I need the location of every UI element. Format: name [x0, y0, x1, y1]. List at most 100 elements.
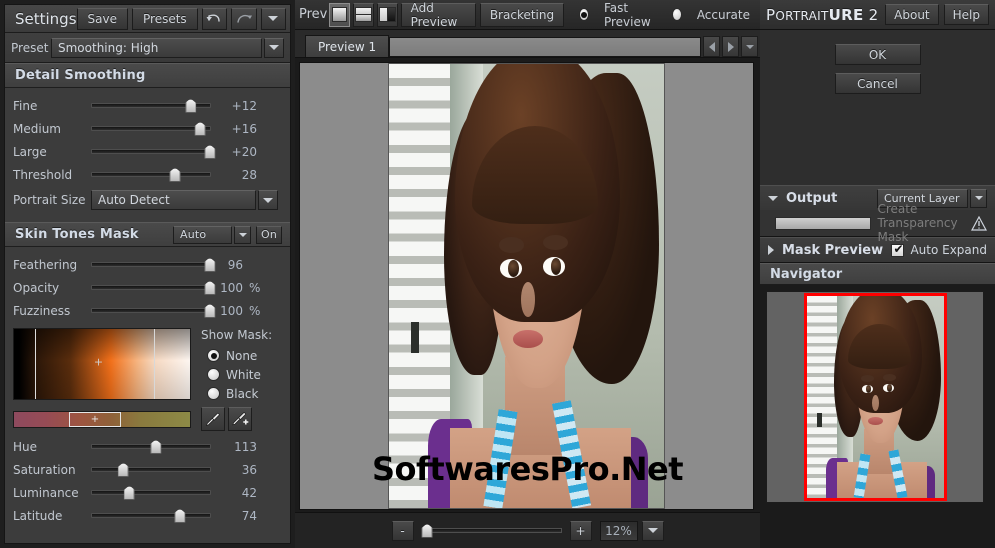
- zoom-slider[interactable]: [421, 523, 562, 539]
- slider-thumb[interactable]: [117, 462, 129, 477]
- radio-icon[interactable]: [207, 368, 220, 381]
- latitude-slider[interactable]: [91, 508, 211, 524]
- triangle-right-icon[interactable]: [768, 245, 774, 255]
- portraiture-window: Settings Save Presets Preset Smoothing: …: [0, 0, 995, 548]
- brand-bar: PORTRAITURE 2 About Help: [760, 0, 995, 30]
- detail-smoothing-header[interactable]: Detail Smoothing: [5, 63, 290, 88]
- preview-tab-menu-icon[interactable]: [741, 36, 758, 57]
- eyedropper-icon[interactable]: [201, 407, 225, 431]
- slider-track: [91, 467, 211, 472]
- skin-mask-toggle[interactable]: On: [256, 225, 282, 244]
- cancel-button[interactable]: Cancel: [834, 73, 921, 94]
- checkbox-icon[interactable]: [775, 216, 871, 230]
- chevron-down-icon: [263, 197, 273, 203]
- single-pane-icon[interactable]: [329, 2, 351, 27]
- skin-tones-mask-header[interactable]: Skin Tones Mask Auto On: [5, 222, 290, 247]
- add-preview-button[interactable]: Add Preview: [400, 1, 476, 29]
- hue-range-strip[interactable]: +: [13, 410, 191, 428]
- preview-canvas[interactable]: [299, 62, 754, 510]
- zoom-menu-icon[interactable]: [641, 520, 664, 541]
- navigator-thumbnail[interactable]: [803, 293, 947, 501]
- portrait-size-arrow[interactable]: [258, 190, 278, 210]
- split-vertical-icon[interactable]: [376, 2, 398, 27]
- fuzziness-label: Fuzziness: [13, 303, 71, 318]
- skin-mode-arrow[interactable]: [234, 225, 251, 244]
- triangle-down-icon[interactable]: [768, 195, 778, 201]
- about-button[interactable]: About: [885, 4, 939, 25]
- preview-tab-bar: Preview 1: [295, 30, 760, 58]
- saturation-slider[interactable]: [91, 462, 211, 478]
- preset-value[interactable]: Smoothing: High: [51, 37, 262, 58]
- slider-thumb[interactable]: [169, 167, 181, 182]
- opacity-label: Opacity: [13, 280, 60, 295]
- radio-icon[interactable]: [579, 8, 589, 21]
- slider-thumb[interactable]: [194, 121, 206, 136]
- latitude-value: 74: [241, 508, 257, 523]
- fine-slider[interactable]: [91, 98, 211, 114]
- help-button[interactable]: Help: [943, 4, 989, 25]
- arrow-right-icon[interactable]: [722, 36, 739, 57]
- medium-label: Medium: [13, 121, 61, 136]
- large-slider[interactable]: [91, 144, 216, 160]
- preview-area: Prev Add Preview Bracketing Fast Preview…: [295, 0, 760, 548]
- fast-preview-label[interactable]: Fast Preview: [604, 1, 657, 29]
- threshold-label: Threshold: [13, 167, 73, 182]
- preset-combo[interactable]: Smoothing: High: [51, 37, 284, 58]
- slider-track: [91, 490, 211, 495]
- feathering-slider[interactable]: [91, 257, 216, 273]
- hue-range-selection[interactable]: +: [68, 411, 121, 427]
- opacity-slider[interactable]: [91, 280, 216, 296]
- navigator-box[interactable]: [766, 291, 984, 503]
- redo-icon[interactable]: [231, 7, 257, 30]
- radio-icon[interactable]: [672, 8, 682, 21]
- bracketing-button[interactable]: Bracketing: [479, 2, 565, 27]
- right-panel: PORTRAITURE 2 About Help OK Cancel Outpu…: [760, 0, 995, 548]
- show-mask-option-black[interactable]: Black: [201, 384, 272, 403]
- fuzziness-slider[interactable]: [91, 303, 216, 319]
- slider-track: [91, 172, 211, 177]
- accurate-label[interactable]: Accurate: [697, 8, 750, 22]
- preset-combo-arrow[interactable]: [264, 37, 284, 58]
- settings-menu-icon[interactable]: [260, 7, 286, 30]
- zoom-out-button[interactable]: -: [391, 520, 414, 541]
- slider-thumb[interactable]: [123, 485, 135, 500]
- transparency-mask-row[interactable]: Create Transparency Mask: [760, 202, 995, 244]
- zoom-in-button[interactable]: +: [569, 520, 592, 541]
- preview-toolbar: Prev Add Preview Bracketing Fast Preview…: [295, 0, 760, 30]
- slider-thumb[interactable]: [150, 439, 162, 454]
- radio-icon[interactable]: [207, 387, 220, 400]
- arrow-left-icon[interactable]: [703, 36, 720, 57]
- split-horizontal-icon[interactable]: [353, 2, 374, 27]
- slider-row-fine: Fine +12: [5, 94, 290, 117]
- zoom-level-value[interactable]: 12%: [599, 520, 638, 541]
- navigator-header: Navigator: [760, 263, 995, 285]
- show-mask-option-white[interactable]: White: [201, 365, 272, 384]
- hue-slider[interactable]: [91, 439, 211, 455]
- slider-thumb[interactable]: [421, 523, 433, 538]
- ok-button[interactable]: OK: [834, 44, 921, 65]
- show-mask-option-none[interactable]: None: [201, 346, 272, 365]
- large-value: +20: [231, 144, 257, 159]
- save-button[interactable]: Save: [76, 7, 128, 30]
- portrait-size-value[interactable]: Auto Detect: [91, 190, 256, 210]
- gradient-marker: +: [93, 355, 104, 369]
- auto-expand-label: Auto Expand: [910, 243, 987, 257]
- slider-thumb[interactable]: [185, 98, 197, 113]
- eyedropper-add-icon[interactable]: [228, 407, 252, 431]
- output-target-arrow[interactable]: [970, 188, 987, 208]
- skin-mode-combo[interactable]: Auto: [173, 225, 251, 244]
- slider-thumb[interactable]: [174, 508, 186, 523]
- undo-icon[interactable]: [201, 7, 228, 30]
- luminance-slider[interactable]: [91, 485, 211, 501]
- threshold-slider[interactable]: [91, 167, 211, 183]
- tab-preview-1[interactable]: Preview 1: [305, 35, 390, 57]
- skin-color-gradient[interactable]: +: [13, 328, 191, 400]
- presets-button[interactable]: Presets: [132, 7, 198, 30]
- checkbox-icon[interactable]: [891, 242, 905, 257]
- skin-mode-value[interactable]: Auto: [173, 225, 232, 244]
- medium-slider[interactable]: [91, 121, 211, 137]
- portrait-size-combo[interactable]: Auto Detect: [91, 190, 278, 210]
- radio-icon[interactable]: [207, 349, 220, 362]
- preview-photo[interactable]: [388, 63, 665, 509]
- mask-preview-title: Mask Preview: [782, 242, 884, 258]
